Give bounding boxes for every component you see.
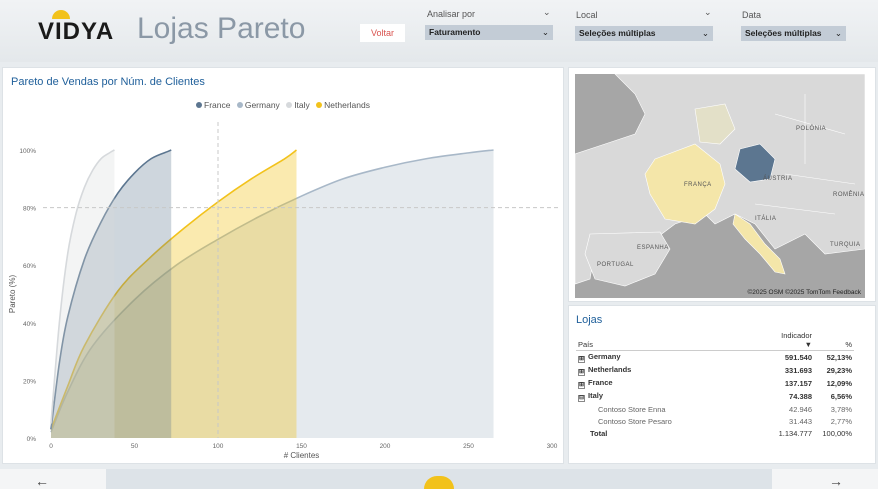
chevron-down-icon[interactable]: ⌄ [543, 7, 551, 18]
x-tick-label: 100 [213, 443, 224, 450]
total-value: 1.134.777 [778, 428, 812, 438]
y-tick-label: 60% [23, 263, 36, 270]
filter-label-analisar: Analisar por [427, 9, 476, 19]
map-label: ÁUSTRIA [763, 176, 793, 182]
y-tick-label: 20% [23, 378, 36, 385]
row-name: Germany [588, 352, 621, 361]
row-name: France [588, 378, 613, 387]
x-tick-label: 250 [463, 443, 474, 450]
x-axis-title: # Clientes [284, 451, 320, 460]
col-pais[interactable]: País [576, 330, 766, 351]
chevron-down-icon[interactable]: ⌄ [704, 7, 712, 18]
x-tick-label: 50 [131, 443, 139, 450]
map-credit: ©2025 OSM ©2025 TomTom Feedback [747, 289, 861, 296]
data-select[interactable]: Seleções múltiplas ⌄ [741, 26, 846, 41]
analisar-por-value: Faturamento [429, 27, 481, 37]
page-title: Lojas Pareto [137, 12, 306, 45]
row-value: 591.540 [784, 353, 812, 362]
row-pct: 29,23% [826, 366, 852, 375]
table-subrow[interactable]: Contoso Store Pesaro 31.443 2,77% [576, 415, 854, 427]
y-tick-label: 40% [23, 321, 36, 328]
row-pct: 6,56% [830, 392, 852, 401]
subrow-name: Contoso Store Pesaro [598, 416, 672, 426]
europe-map[interactable]: POLÔNIA FRANÇA ÁUSTRIA ROMÊNIA ITÁLIA ES… [575, 74, 865, 298]
table-header-row: País Indicador ▼ % [576, 330, 854, 351]
table-subrow[interactable]: Contoso Store Enna 42.946 3,78% [576, 403, 854, 415]
filter-label-data: Data [742, 10, 762, 20]
map-label: PORTUGAL [597, 262, 634, 268]
subrow-name: Contoso Store Enna [598, 404, 666, 414]
local-select[interactable]: Seleções múltiplas ⌄ [575, 26, 713, 41]
map-label: ESPANHA [637, 245, 669, 251]
map-label: FRANÇA [684, 182, 712, 188]
row-value: 331.693 [784, 366, 812, 375]
local-value: Seleções múltiplas [579, 28, 656, 38]
back-button[interactable]: Voltar [360, 24, 405, 42]
x-tick-label: 300 [547, 443, 558, 450]
chevron-down-icon: ⌄ [701, 28, 709, 38]
logo-text: VIDYA [38, 18, 115, 45]
chevron-down-icon: ⌄ [541, 27, 549, 37]
filter-label-local: Local [576, 10, 598, 20]
expand-icon[interactable]: ⊞ [578, 356, 585, 363]
map-label: ITÁLIA [755, 216, 777, 222]
row-name: Netherlands [588, 365, 632, 374]
row-pct: 52,13% [826, 353, 852, 362]
map-label: POLÔNIA [796, 126, 827, 132]
y-tick-label: 100% [19, 148, 36, 155]
subrow-pct: 2,77% [830, 416, 852, 426]
table-row[interactable]: ⊞ France 137.157 12,09% [576, 377, 854, 390]
col-percent[interactable]: % [814, 330, 854, 351]
row-pct: 12,09% [826, 379, 852, 388]
y-axis-title: Pareto (%) [8, 275, 17, 314]
analisar-por-select[interactable]: Faturamento ⌄ [425, 25, 553, 40]
collapse-icon[interactable]: ⊟ [578, 395, 585, 402]
row-name: Italy [588, 391, 604, 400]
prev-page-arrow-icon[interactable]: ← [35, 473, 49, 489]
expand-icon[interactable]: ⊞ [578, 369, 585, 376]
row-value: 137.157 [784, 379, 812, 388]
row-value: 74.388 [789, 392, 812, 401]
col-indicador-label: Indicador [781, 331, 812, 340]
y-tick-label: 80% [23, 206, 36, 213]
subrow-value: 31.443 [789, 416, 812, 426]
subrow-pct: 3,78% [830, 404, 852, 414]
table-row[interactable]: ⊞ Germany 591.540 52,13% [576, 351, 854, 365]
expand-icon[interactable]: ⊞ [578, 382, 585, 389]
map-label: TURQUIA [830, 242, 861, 248]
vidya-logo: VIDYA [38, 10, 122, 45]
table-title: Lojas [576, 314, 603, 326]
total-pct: 100,00% [822, 428, 852, 438]
map-label: ROMÊNIA [833, 192, 865, 198]
x-tick-label: 150 [296, 443, 307, 450]
data-value: Seleções múltiplas [745, 28, 822, 38]
col-indicador[interactable]: Indicador ▼ [766, 330, 814, 351]
total-label: Total [590, 428, 608, 438]
x-tick-label: 200 [380, 443, 391, 450]
next-page-arrow-icon[interactable]: → [829, 473, 843, 489]
x-tick-label: 0 [49, 443, 53, 450]
table-row[interactable]: ⊞ Netherlands 331.693 29,23% [576, 364, 854, 377]
sort-desc-icon: ▼ [804, 340, 812, 349]
subrow-value: 42.946 [789, 404, 812, 414]
pareto-chart: 0% 20% 40% 60% 80% 100% 0 50 100 150 200 250 300 Pare… [8, 122, 558, 460]
table-row[interactable]: ⊟ Italy 74.388 6,56% [576, 390, 854, 403]
chevron-down-icon: ⌄ [834, 28, 842, 38]
stores-table: País Indicador ▼ % ⊞ Germany 591.540 52,13… [576, 330, 854, 439]
table-total-row: Total 1.134.777 100,00% [576, 427, 854, 439]
y-tick-label: 0% [27, 436, 37, 443]
